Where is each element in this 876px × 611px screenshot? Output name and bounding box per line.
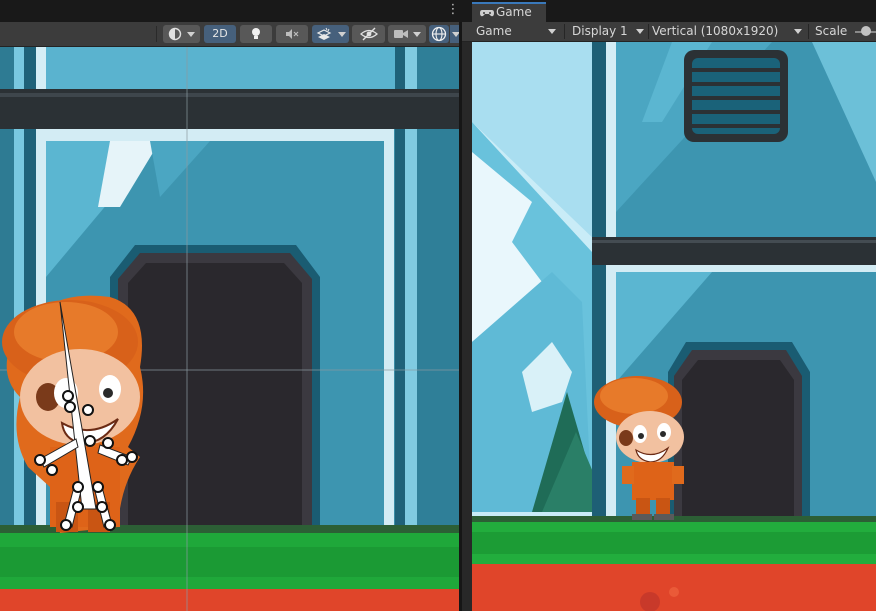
- game-canvas: [472, 42, 876, 611]
- scene-view-panel: ⋮ 2D: [0, 0, 462, 611]
- game-mode-dropdown[interactable]: Game: [476, 22, 560, 41]
- display-label: Display 1: [572, 24, 628, 38]
- game-viewport[interactable]: [472, 42, 876, 611]
- effects-dropdown[interactable]: [312, 25, 349, 43]
- tab-game[interactable]: Game: [472, 2, 546, 22]
- scale-label: Scale: [815, 24, 848, 38]
- chevron-down-icon: [338, 32, 346, 37]
- chevron-down-icon: [187, 32, 195, 37]
- chevron-down-icon: [413, 32, 421, 37]
- gamepad-icon: [480, 10, 494, 17]
- lightbulb-icon: [252, 28, 260, 39]
- audio-mute-icon: [286, 29, 299, 39]
- draw-mode-dropdown[interactable]: [163, 25, 200, 43]
- game-view-panel: Game Game Display 1 Vertical (1080x1920)…: [462, 0, 876, 611]
- toggle-2d-button[interactable]: 2D: [204, 25, 236, 43]
- audio-toggle-button[interactable]: [276, 25, 308, 43]
- tab-game-label: Game: [496, 5, 532, 19]
- scene-toolbar: 2D: [0, 22, 462, 47]
- toolbar-separator: [648, 24, 649, 39]
- chevron-down-icon: [794, 29, 802, 34]
- effects-icon: [316, 27, 332, 40]
- gizmo-globe-icon: [431, 26, 447, 42]
- scene-tab-strip: ⋮: [0, 0, 462, 22]
- aspect-ratio-label: Vertical (1080x1920): [652, 24, 779, 38]
- scene-camera-dropdown[interactable]: [388, 25, 426, 43]
- eye-slash-icon: [360, 27, 378, 41]
- scale-slider-handle[interactable]: [861, 26, 871, 36]
- display-dropdown[interactable]: Display 1: [572, 22, 648, 41]
- game-toolbar: Game Display 1 Vertical (1080x1920) Scal…: [462, 22, 876, 42]
- aspect-ratio-dropdown[interactable]: Vertical (1080x1920): [652, 22, 806, 41]
- toolbar-separator: [808, 24, 809, 39]
- game-mode-label: Game: [476, 24, 512, 38]
- game-tab-strip: Game: [462, 0, 876, 22]
- scene-canvas: [0, 47, 459, 611]
- shading-mode-icon: [168, 27, 182, 41]
- lighting-toggle-button[interactable]: [240, 25, 272, 43]
- toolbar-separator: [156, 26, 157, 42]
- toolbar-separator: [564, 24, 565, 39]
- chevron-down-icon: [548, 29, 556, 34]
- scene-viewport[interactable]: [0, 47, 459, 611]
- scene-more-menu-button[interactable]: ⋮: [446, 2, 460, 18]
- camera-icon: [394, 30, 408, 38]
- gizmos-toggle-button[interactable]: [429, 25, 449, 43]
- chevron-down-icon: [636, 29, 644, 34]
- scene-visibility-toggle[interactable]: [352, 25, 385, 43]
